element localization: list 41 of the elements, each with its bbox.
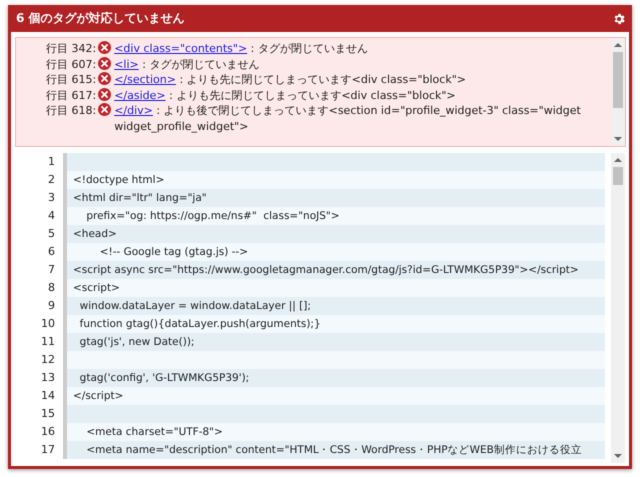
scrollbar[interactable]	[611, 153, 625, 463]
error-icon	[98, 41, 112, 54]
line-label: 行目 615:	[46, 72, 96, 88]
error-message: </section> : よりも先に閉じてしまっています<div class="block">	[114, 72, 467, 88]
line-number: 3	[47, 190, 56, 206]
error-message: <div class="contents"> : タグが閉じていません	[114, 41, 369, 56]
error-icon	[98, 88, 112, 100]
tag-link[interactable]: <div class="contents">	[114, 42, 248, 55]
window-title: 6 個のタグが対応していません	[16, 10, 185, 27]
tag-link[interactable]: <li>	[114, 58, 139, 70]
line-number: 13	[40, 370, 56, 386]
tag-link[interactable]: </div>	[114, 104, 153, 117]
error-icon	[98, 72, 112, 85]
line-number: 14	[40, 388, 56, 404]
tag-link[interactable]: </section>	[114, 73, 176, 86]
line-label: 行目 342:	[46, 41, 96, 56]
line-number: 12	[40, 352, 56, 368]
error-message: </aside> : よりも先に閉じてしまっています<div class="block">	[114, 88, 457, 103]
line-number: 7	[47, 262, 56, 278]
line-number: 5	[47, 226, 56, 242]
scrollbar[interactable]	[611, 38, 625, 146]
line-number: 16	[40, 424, 56, 440]
error-message: </div> : よりも後で閉じてしまっています<section id="profile_widget-3" class="widget widget_profile_widget">	[114, 103, 582, 134]
error-icon	[98, 103, 112, 116]
line-number: 11	[40, 334, 56, 350]
settings-icon[interactable]	[612, 12, 626, 26]
error-icon	[98, 56, 112, 70]
line-number: 4	[47, 208, 56, 224]
line-number: 9	[47, 298, 56, 314]
line-number: 2	[47, 172, 56, 188]
error-message: <li> : タグが閉じていません	[114, 56, 260, 72]
line-number: 1	[47, 154, 56, 170]
line-label: 行目 618:	[46, 103, 96, 118]
line-label: 行目 617:	[46, 88, 96, 103]
line-label: 行目 607:	[46, 56, 96, 72]
line-number: 15	[40, 406, 56, 422]
line-number: 17	[40, 442, 56, 458]
line-number: 6	[47, 244, 56, 260]
line-number: 8	[47, 280, 56, 296]
line-number: 10	[40, 316, 56, 332]
tag-link[interactable]: </aside>	[114, 88, 166, 102]
